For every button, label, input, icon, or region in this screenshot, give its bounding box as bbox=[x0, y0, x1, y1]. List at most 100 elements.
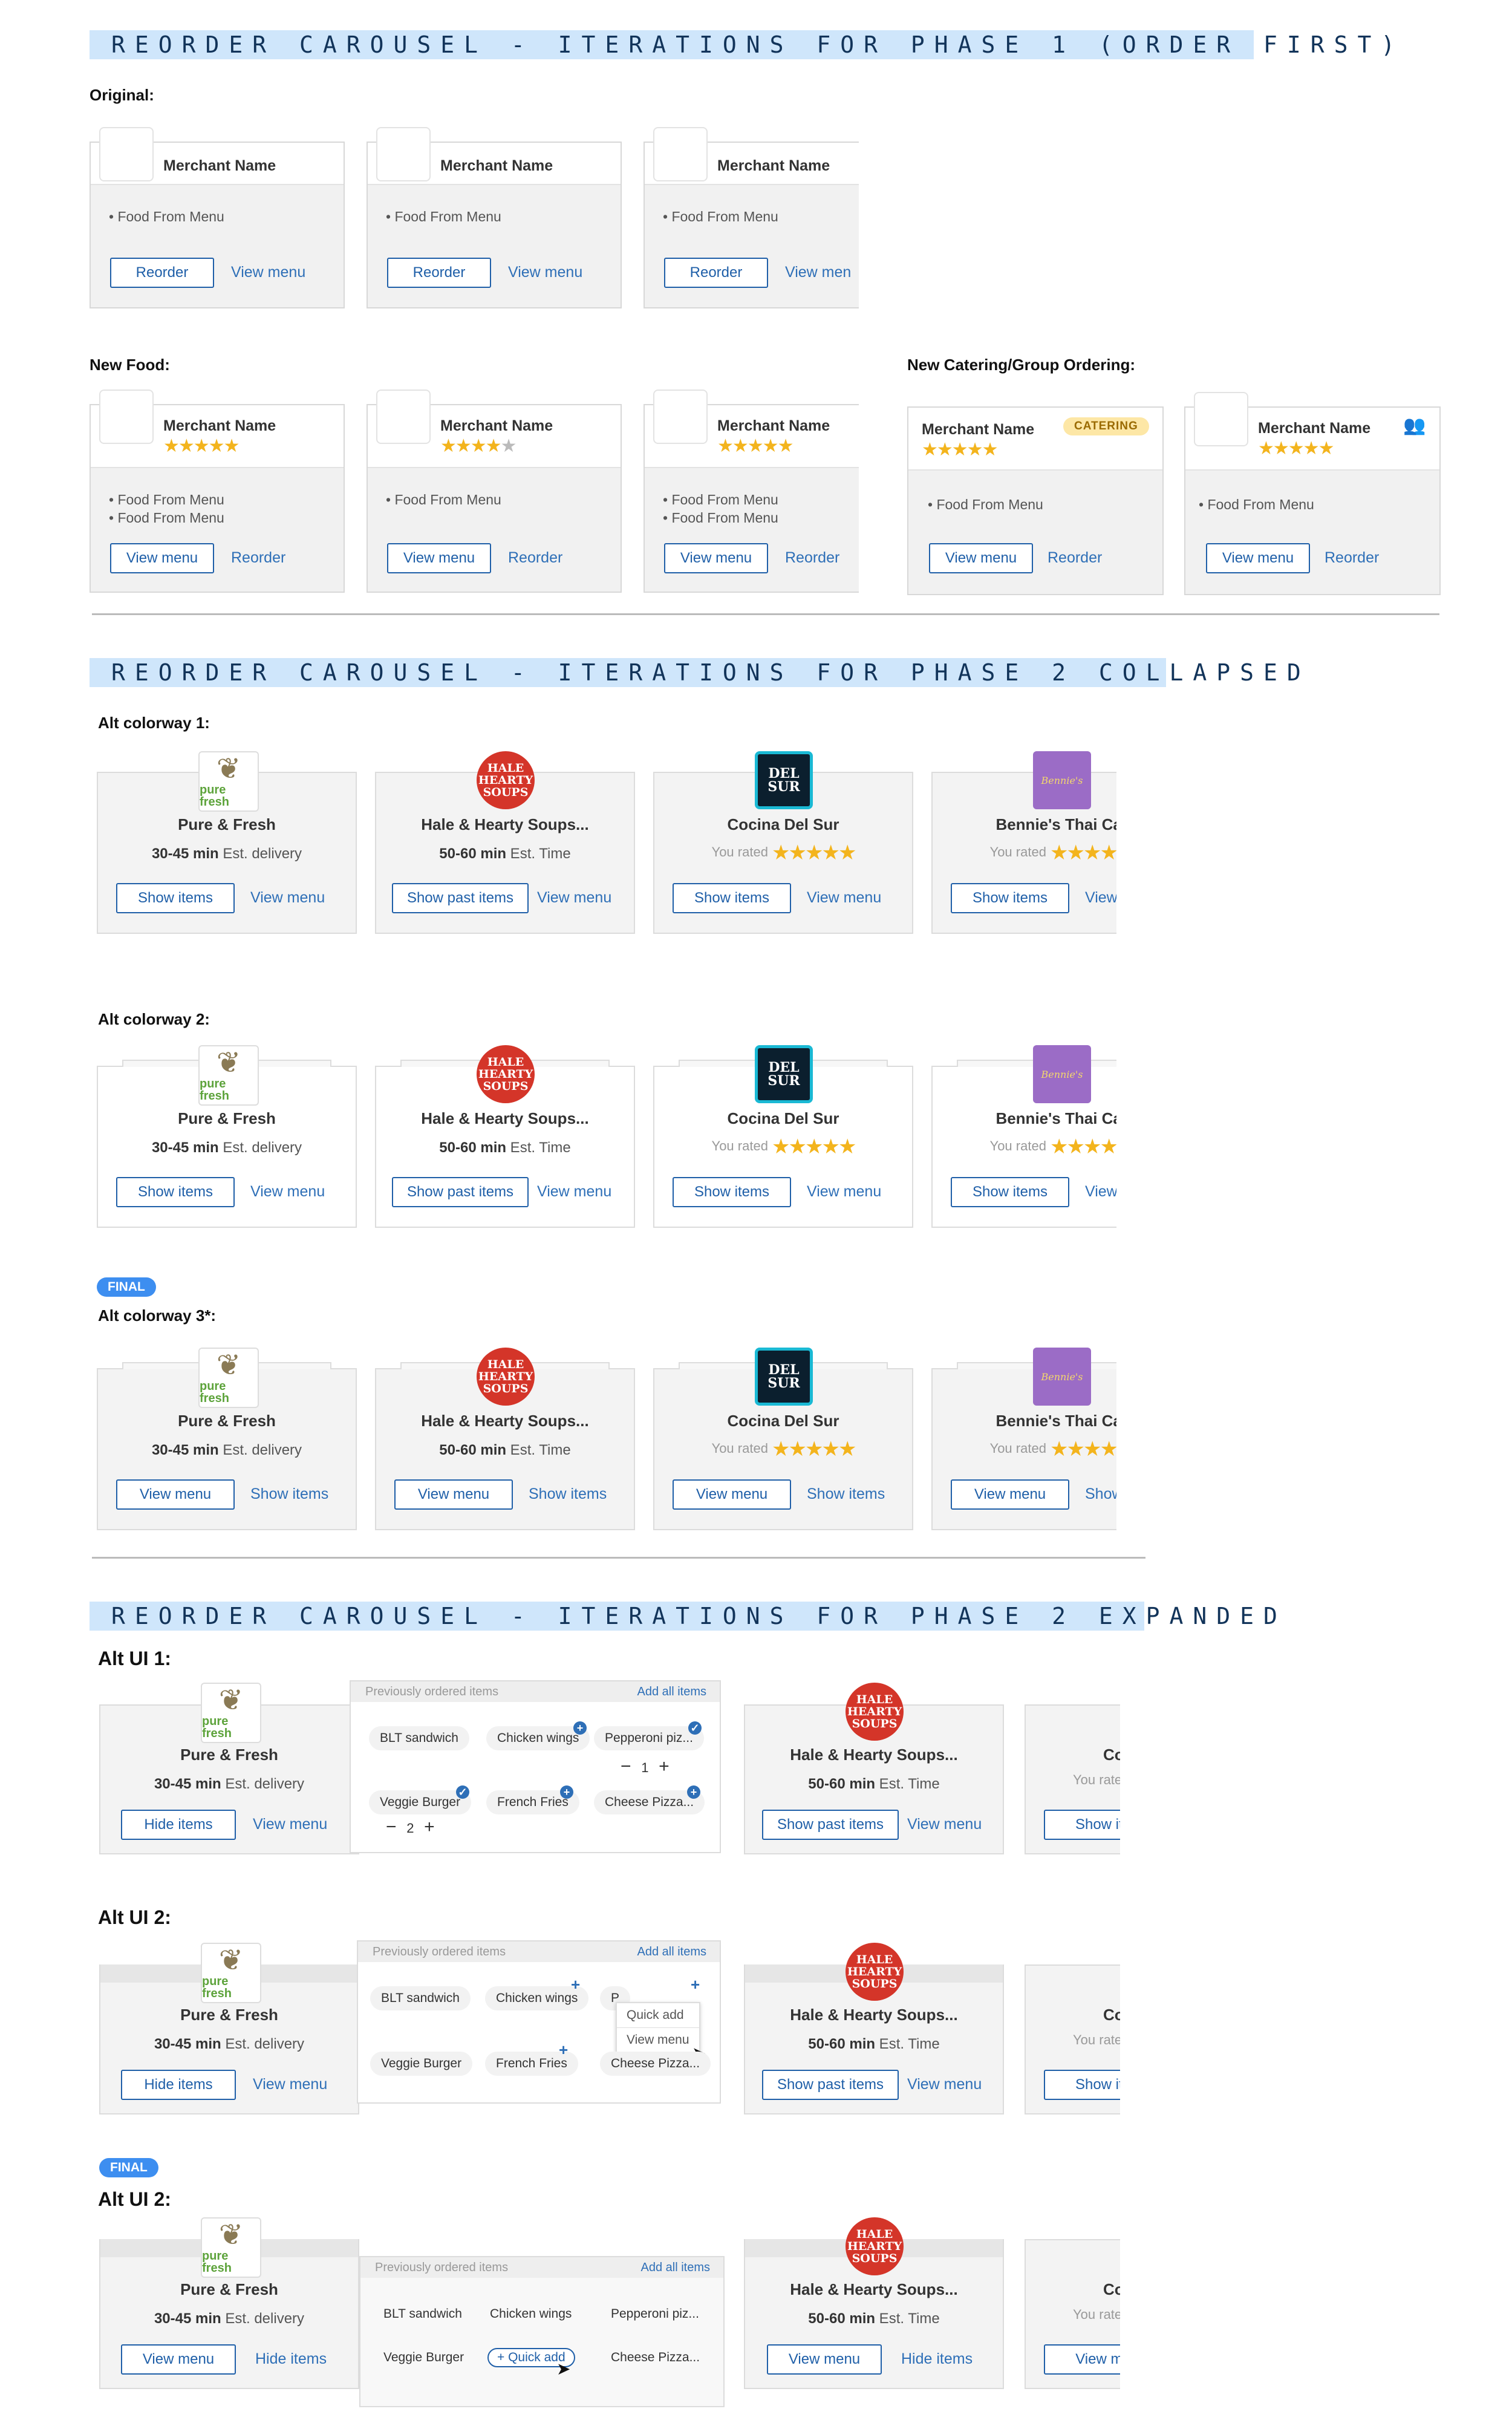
expanded-card-pure-fresh[interactable]: ❦ pure fresh Pure & Fresh 30-45 min Est. … bbox=[99, 2217, 359, 2389]
original-card-1[interactable]: Merchant Name • Food From Menu Reorder V… bbox=[90, 127, 345, 308]
expanded-card-hale[interactable]: HALE HEARTY SOUPS Hale & Hearty Soups... 5… bbox=[744, 1943, 1004, 2114]
add-badge[interactable]: + bbox=[573, 1721, 587, 1735]
view-menu-button[interactable]: View menu bbox=[1206, 543, 1310, 573]
view-menu-button[interactable]: View menu bbox=[664, 543, 768, 573]
show-items-button[interactable]: Show ite bbox=[1044, 2070, 1120, 2100]
add-all-items-link[interactable]: Add all items bbox=[637, 1942, 707, 1962]
view-menu-link[interactable]: View menu bbox=[250, 889, 325, 907]
new-food-card-3[interactable]: Merchant Name ★★★★★ • Food From Menu • F… bbox=[644, 390, 859, 593]
expanded-card-hale[interactable]: HALE HEARTY SOUPS Hale & Hearty Soups... 5… bbox=[744, 1683, 1004, 1854]
expanded-card-co[interactable]: Co You rate Show ite bbox=[1025, 1704, 1120, 1854]
reorder-link[interactable]: Reorder bbox=[1048, 549, 1102, 567]
reorder-button[interactable]: Reorder bbox=[664, 258, 768, 288]
show-items-button[interactable]: Show items bbox=[951, 883, 1069, 913]
reorder-link[interactable]: Reorder bbox=[785, 549, 839, 567]
carousel-card-bennies[interactable]: Bennie's Bennie's Thai Caf You rated ★★★… bbox=[931, 1348, 1116, 1530]
show-items-button[interactable]: Show items bbox=[116, 1177, 235, 1207]
view-menu-link[interactable]: View menu bbox=[907, 2076, 982, 2093]
hide-items-link[interactable]: Hide items bbox=[901, 2350, 973, 2368]
reorder-link[interactable]: Reorder bbox=[508, 549, 562, 567]
item-chip-blt[interactable]: BLT sandwich bbox=[370, 1986, 471, 2010]
carousel-card-hale[interactable]: HALE HEARTY SOUPS Hale & Hearty Soups... 5… bbox=[375, 1348, 635, 1530]
reorder-link[interactable]: Reorder bbox=[231, 549, 285, 567]
item-chip-wings[interactable]: Chicken wings bbox=[479, 2302, 582, 2326]
item-chip-veggie[interactable]: Veggie Burger bbox=[370, 2052, 473, 2076]
item-chip-pepperoni[interactable]: Pepperoni piz... bbox=[594, 1726, 704, 1750]
check-badge[interactable]: ✓ bbox=[688, 1721, 702, 1735]
view-menu-link[interactable]: View menu bbox=[253, 2076, 327, 2093]
show-items-button[interactable]: Show items bbox=[116, 883, 235, 913]
view-menu-button[interactable]: View menu bbox=[110, 543, 214, 573]
show-past-items-button[interactable]: Show past items bbox=[762, 1810, 899, 1840]
quick-add-option[interactable]: Quick add bbox=[617, 2003, 699, 2027]
item-chip-cheese[interactable]: Cheese Pizza... bbox=[600, 2052, 711, 2076]
view-menu-link[interactable]: View bbox=[1085, 1183, 1116, 1201]
hide-items-button[interactable]: Hide items bbox=[121, 1810, 236, 1840]
add-all-items-link[interactable]: Add all items bbox=[641, 2257, 711, 2278]
show-items-link[interactable]: Show items bbox=[807, 1485, 885, 1503]
view-menu-button[interactable]: View menu bbox=[121, 2344, 236, 2375]
view-menu-link[interactable]: View men bbox=[785, 264, 851, 281]
view-menu-option[interactable]: View menu bbox=[617, 2027, 699, 2052]
catering-card-1[interactable]: Merchant Name CATERING ★★★★★ • Food From… bbox=[907, 406, 1164, 595]
item-chip-veggie[interactable]: Veggie Burger bbox=[373, 2346, 475, 2370]
expanded-card-hale[interactable]: HALE HEARTY SOUPS Hale & Hearty Soups... 5… bbox=[744, 2217, 1004, 2389]
hide-items-link[interactable]: Hide items bbox=[255, 2350, 327, 2368]
view-menu-link[interactable]: View menu bbox=[253, 1816, 327, 1833]
add-badge[interactable]: + bbox=[560, 1785, 573, 1799]
carousel-card-cocina[interactable]: DEL SUR Cocina Del Sur You rated ★★★★★ Vi… bbox=[653, 1348, 913, 1530]
show-items-link[interactable]: Show bbox=[1085, 1485, 1116, 1503]
original-card-2[interactable]: Merchant Name • Food From Menu Reorder V… bbox=[367, 127, 622, 308]
quantity-stepper[interactable]: − 2 + bbox=[386, 1817, 435, 1837]
show-items-button[interactable]: Show ite bbox=[1044, 1810, 1120, 1840]
show-past-items-button[interactable]: Show past items bbox=[762, 2070, 899, 2100]
carousel-card-hale[interactable]: HALE HEARTY SOUPS Hale & Hearty Soups... 5… bbox=[375, 751, 635, 934]
show-items-link[interactable]: Show items bbox=[529, 1485, 607, 1503]
view-menu-button[interactable]: View me bbox=[1044, 2344, 1120, 2375]
carousel-card-bennies[interactable]: Bennie's Bennie's Thai Caf You rated ★★★… bbox=[931, 1045, 1116, 1228]
carousel-card-bennies[interactable]: Bennie's Bennie's Thai Caf You rated ★★★… bbox=[931, 751, 1116, 934]
show-past-items-button[interactable]: Show past items bbox=[392, 883, 529, 913]
expanded-card-pure-fresh[interactable]: ❦ pure fresh Pure & Fresh 30-45 min Est. … bbox=[99, 1943, 359, 2114]
add-badge[interactable]: + bbox=[687, 1785, 700, 1799]
show-past-items-button[interactable]: Show past items bbox=[392, 1177, 529, 1207]
show-items-button[interactable]: Show items bbox=[673, 883, 791, 913]
add-icon[interactable]: + bbox=[559, 2041, 568, 2059]
view-menu-link[interactable]: View menu bbox=[537, 889, 611, 907]
hide-items-button[interactable]: Hide items bbox=[121, 2070, 236, 2100]
new-food-card-2[interactable]: Merchant Name ★★★★★ • Food From Menu Vie… bbox=[367, 390, 622, 593]
add-all-items-link[interactable]: Add all items bbox=[637, 1681, 707, 1702]
carousel-card-pure-fresh[interactable]: ❦ pure fresh Pure & Fresh 30-45 min Est. … bbox=[97, 1348, 357, 1530]
item-chip-blt[interactable]: BLT sandwich bbox=[373, 2302, 473, 2326]
carousel-card-pure-fresh[interactable]: ❦ pure fresh Pure & Fresh 30-45 min Est. … bbox=[97, 1045, 357, 1228]
view-menu-button[interactable]: View menu bbox=[673, 1479, 791, 1510]
view-menu-button[interactable]: View menu bbox=[767, 2344, 882, 2375]
show-items-link[interactable]: Show items bbox=[250, 1485, 328, 1503]
original-card-3[interactable]: Merchant Name • Food From Menu Reorder V… bbox=[644, 127, 859, 308]
carousel-card-cocina[interactable]: DEL SUR Cocina Del Sur You rated ★★★★★ Sh… bbox=[653, 751, 913, 934]
view-menu-link[interactable]: View menu bbox=[537, 1183, 611, 1201]
add-icon[interactable]: + bbox=[571, 1975, 580, 1994]
item-chip-blt[interactable]: BLT sandwich bbox=[369, 1726, 469, 1750]
check-badge[interactable]: ✓ bbox=[456, 1785, 469, 1799]
expanded-card-co[interactable]: Co You rate View me bbox=[1025, 2239, 1120, 2389]
view-menu-link[interactable]: View menu bbox=[907, 1816, 982, 1833]
reorder-button[interactable]: Reorder bbox=[110, 258, 214, 288]
reorder-link[interactable]: Reorder bbox=[1325, 549, 1379, 567]
carousel-card-cocina[interactable]: DEL SUR Cocina Del Sur You rated ★★★★★ Sh… bbox=[653, 1045, 913, 1228]
show-items-button[interactable]: Show items bbox=[673, 1177, 791, 1207]
view-menu-button[interactable]: View menu bbox=[951, 1479, 1069, 1510]
item-chip-pepperoni[interactable]: Pepperoni piz... bbox=[600, 2302, 710, 2326]
expanded-card-co[interactable]: Co You rate Show ite bbox=[1025, 1964, 1120, 2114]
carousel-card-hale[interactable]: HALE HEARTY SOUPS Hale & Hearty Soups... 5… bbox=[375, 1045, 635, 1228]
new-food-card-1[interactable]: Merchant Name ★★★★★ • Food From Menu • F… bbox=[90, 390, 345, 593]
view-menu-button[interactable]: View menu bbox=[387, 543, 491, 573]
view-menu-link[interactable]: View menu bbox=[508, 264, 582, 281]
view-menu-link[interactable]: View menu bbox=[250, 1183, 325, 1201]
view-menu-link[interactable]: View menu bbox=[231, 264, 305, 281]
show-items-button[interactable]: Show items bbox=[951, 1177, 1069, 1207]
view-menu-link[interactable]: View menu bbox=[807, 889, 881, 907]
quantity-stepper[interactable]: − 1 + bbox=[621, 1756, 670, 1777]
expanded-card-pure-fresh[interactable]: ❦ pure fresh Pure & Fresh 30-45 min Est. … bbox=[99, 1683, 359, 1854]
carousel-card-pure-fresh[interactable]: ❦ pure fresh Pure & Fresh 30-45 min Est. … bbox=[97, 751, 357, 934]
